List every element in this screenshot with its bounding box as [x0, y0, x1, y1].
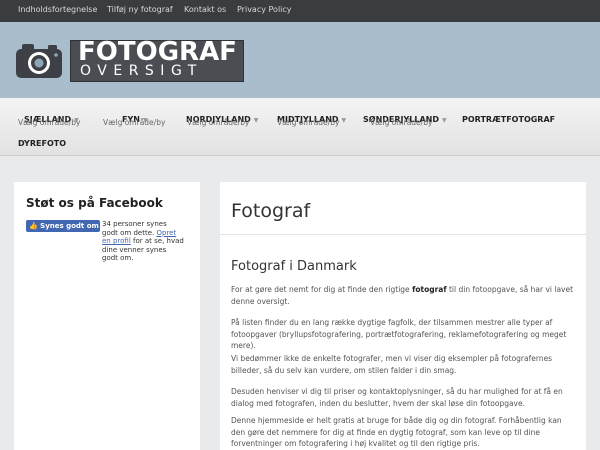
chevron-down-icon: ▼ — [442, 117, 447, 124]
nav-item-dyrefoto[interactable]: DYREFOTO — [18, 131, 66, 150]
top-link-add-photographer[interactable]: Tilføj ny fotograf — [107, 5, 173, 14]
divider — [220, 234, 586, 235]
paragraph: Vi bedømmer ikke de enkelte fotografer, … — [231, 354, 553, 375]
nav-item-portraetfotograf[interactable]: PORTRÆTFOTOGRAF — [462, 107, 555, 126]
nav-sub-label: Vælg område/by — [370, 118, 433, 127]
main-content: Fotograf Fotograf i Danmark For at gøre … — [220, 182, 586, 450]
paragraph: Desuden henviser vi dig til priser og ko… — [231, 387, 563, 408]
widget-title: Støt os på Facebook — [26, 196, 163, 210]
sidebar-widget: Støt os på Facebook 👍 Synes godt om 34 p… — [14, 182, 200, 450]
nav-label: PORTRÆTFOTOGRAF — [462, 115, 556, 124]
nav-sub-label: Vælg område/by — [187, 118, 250, 127]
paragraph: På listen finder du en lang række dygtig… — [231, 318, 567, 350]
paragraph-intro: For at gøre det nemt for dig at finde de… — [231, 284, 575, 307]
nav-sub-label: Vælg område/by — [103, 118, 166, 127]
chevron-down-icon: ▼ — [341, 117, 347, 124]
top-link-index[interactable]: Indholdsfortegnelse — [18, 5, 97, 14]
camera-icon[interactable] — [14, 40, 64, 80]
paragraph: Denne hjemmeside er helt gratis at bruge… — [231, 416, 562, 448]
top-link-contact[interactable]: Kontakt os — [184, 5, 226, 14]
thumbs-up-icon: 👍 — [29, 222, 38, 230]
bold-keyword: fotograf — [412, 285, 447, 294]
top-link-privacy[interactable]: Privacy Policy — [237, 5, 292, 14]
logo-subtitle[interactable]: OVERSIGT — [80, 63, 203, 79]
section-heading: Fotograf i Danmark — [231, 259, 357, 274]
facebook-like-text: 34 personer synes godt om dette. Opret e… — [102, 220, 184, 263]
text: For at gøre det nemt for dig at finde de… — [231, 285, 413, 294]
chevron-down-icon: ▼ — [253, 117, 259, 124]
nav-sub-label: Vælg område/by — [18, 118, 81, 127]
facebook-like-button[interactable]: 👍 Synes godt om — [26, 220, 100, 232]
like-button-label: Synes godt om — [40, 222, 99, 230]
nav-label: DYREFOTO — [18, 139, 66, 148]
nav-sub-label: Vælg område/by — [277, 118, 340, 127]
top-bar: Indholdsfortegnelse Tilføj ny fotograf K… — [0, 0, 600, 22]
page-title: Fotograf — [231, 200, 311, 222]
